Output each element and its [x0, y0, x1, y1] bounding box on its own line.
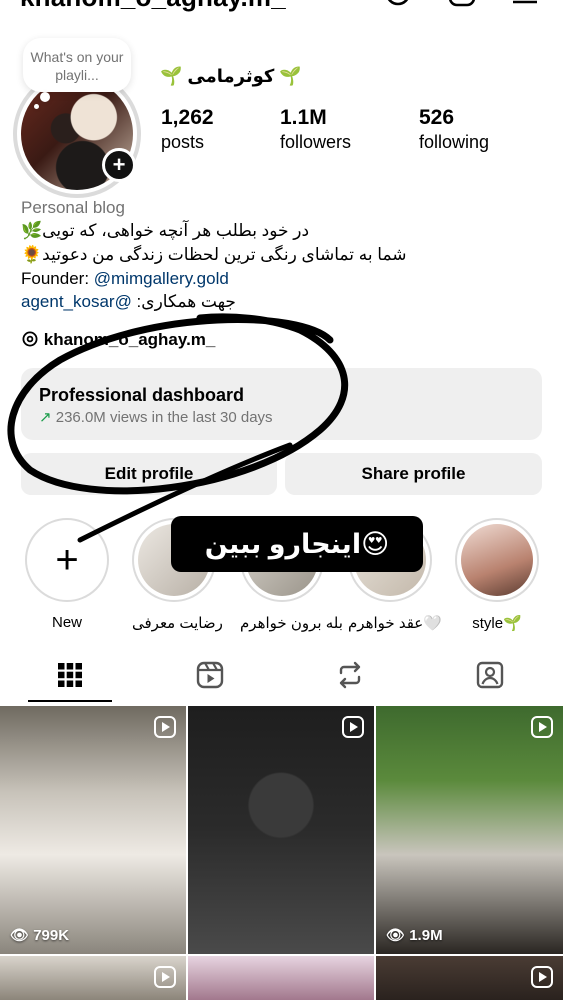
- post-tile[interactable]: 👁 799K: [0, 706, 186, 954]
- collab-text: :جهت همکاری: [131, 292, 236, 311]
- eye-icon: 👁: [10, 927, 30, 944]
- stat-value: 526: [419, 106, 455, 129]
- add-story-icon[interactable]: +: [102, 148, 136, 182]
- display-name: 🌱 کوثرمامی 🌱: [160, 66, 302, 86]
- reel-icon: [154, 966, 176, 988]
- dashboard-subtitle: ↗ 236.0M views in the last 30 days: [39, 408, 273, 426]
- highlight-label: style🌱: [472, 615, 522, 632]
- post-tile[interactable]: [376, 956, 563, 1000]
- dashboard-views-text: 236.0M views in the last 30 days: [55, 409, 273, 426]
- collab-link[interactable]: agent_kosar@: [21, 292, 132, 311]
- chevron-down-icon[interactable]: ˅: [322, 0, 331, 6]
- plus-icon: +: [55, 538, 79, 582]
- dashboard-title: Professional dashboard: [39, 385, 245, 405]
- stat-value: 1,262: [161, 106, 214, 129]
- threads-icon[interactable]: [383, 0, 413, 8]
- post-tile[interactable]: [188, 956, 374, 1000]
- bio-founder-row: Founder: @mimgallery.gold: [21, 269, 229, 289]
- post-views: 👁 799K: [10, 926, 69, 944]
- post-tile[interactable]: [188, 706, 374, 954]
- account-username-switcher[interactable]: khanom_o_aghay.m_: [20, 0, 286, 13]
- note-bubble[interactable]: What's on your playli...: [23, 38, 131, 92]
- grid-icon: [58, 663, 82, 687]
- profile-category: Personal blog: [21, 198, 125, 217]
- post-views: 👁 1.9M: [386, 926, 443, 944]
- threads-handle: khanom_o_aghay.m_: [43, 330, 216, 349]
- tab-reels[interactable]: [140, 655, 280, 703]
- note-bubble-tail: [40, 92, 50, 102]
- highlight-label: عقد خواهرم🤍: [348, 615, 442, 632]
- post-tile[interactable]: [0, 956, 186, 1000]
- active-tab-indicator: [28, 700, 112, 702]
- highlight-item[interactable]: style🌱: [455, 518, 539, 632]
- post-views-count: 799K: [33, 927, 70, 944]
- bio-collab-row: agent_kosar@ :جهت همکاری: [21, 292, 236, 312]
- founder-link[interactable]: @mimgallery.gold: [94, 269, 229, 288]
- stat-label: following: [419, 132, 490, 152]
- tagged-user-icon: [476, 661, 504, 689]
- reel-icon: [342, 716, 364, 738]
- highlight-label: رضایت معرفی: [132, 615, 223, 632]
- highlight-label: New: [51, 614, 82, 631]
- post-views-count: 1.9M: [409, 927, 443, 944]
- eye-icon: 👁: [386, 927, 406, 944]
- share-profile-button[interactable]: Share profile: [285, 453, 542, 495]
- post-tile[interactable]: 👁 1.9M: [376, 706, 563, 954]
- threads-profile-link[interactable]: khanom_o_aghay.m_: [21, 330, 215, 350]
- professional-dashboard[interactable]: Professional dashboard ↗ 236.0M views in…: [21, 368, 542, 440]
- stat-followers[interactable]: 1.1M followers: [280, 106, 351, 153]
- stat-following[interactable]: 526 following: [419, 106, 489, 153]
- tab-grid[interactable]: [0, 655, 140, 703]
- top-bar: khanom_o_aghay.m_ ˅: [0, 0, 563, 18]
- trend-up-icon: ↗: [39, 409, 52, 426]
- stat-posts[interactable]: 1,262 posts: [161, 106, 214, 153]
- tab-reposts[interactable]: [280, 655, 420, 703]
- highlight-ring: +: [25, 518, 109, 602]
- bio-line-1: در خود بطلب هر آنچه خواهی، که تویی🌿: [21, 221, 310, 240]
- reel-icon: [531, 716, 553, 738]
- founder-label: Founder:: [21, 269, 94, 288]
- create-post-icon[interactable]: [447, 0, 477, 8]
- overlay-sticker-text: اینجارو ببین😍: [171, 516, 423, 572]
- stat-value: 1.1M: [280, 106, 327, 129]
- stat-label: followers: [280, 132, 352, 152]
- threads-icon: [22, 331, 38, 347]
- highlight-new[interactable]: + New: [25, 518, 109, 631]
- tab-tagged[interactable]: [420, 655, 560, 703]
- bio-line-2: شما به تماشای رنگی ترین لحظات زندگی من د…: [21, 245, 407, 264]
- note-bubble-tail-small: [34, 104, 39, 109]
- reel-icon: [531, 966, 553, 988]
- reels-icon: [196, 661, 224, 689]
- edit-profile-button[interactable]: Edit profile: [21, 453, 277, 495]
- reel-icon: [154, 716, 176, 738]
- menu-icon[interactable]: [510, 0, 540, 8]
- stat-label: posts: [161, 132, 205, 152]
- highlight-cover: [461, 524, 533, 596]
- highlight-ring: [455, 518, 539, 602]
- repost-icon: [339, 661, 361, 689]
- highlight-label: بله برون خواهرم: [240, 615, 343, 632]
